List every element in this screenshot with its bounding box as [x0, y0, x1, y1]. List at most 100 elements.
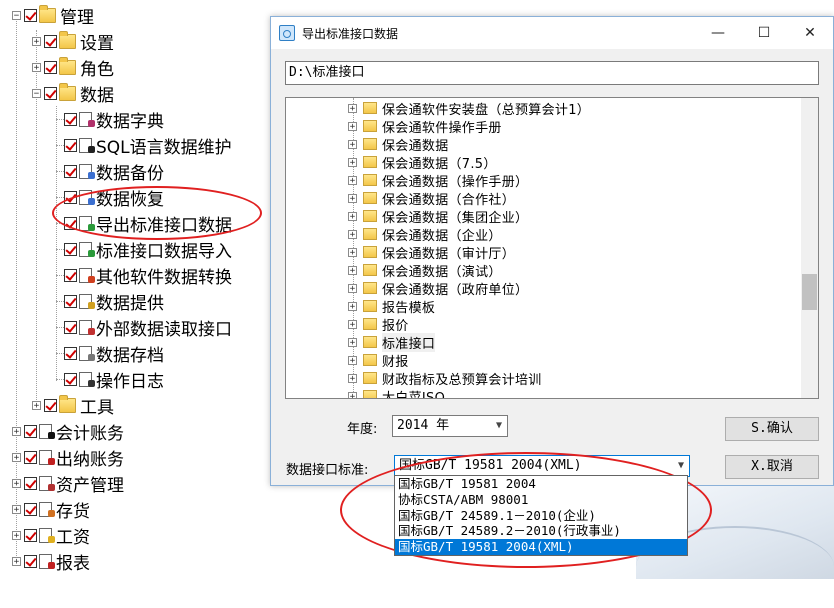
expand-icon[interactable]: + — [32, 400, 41, 410]
folder-item[interactable]: + 保会通数据（演试） — [348, 261, 502, 280]
cancel-button[interactable]: X.取消 — [725, 455, 819, 479]
tree-item[interactable]: 数据备份 — [56, 159, 164, 184]
folder-item[interactable]: + 保会通数据（企业） — [348, 225, 502, 244]
checkbox[interactable] — [64, 164, 77, 178]
tree-item[interactable]: + 工资 — [12, 523, 90, 548]
expand-icon[interactable]: + — [348, 211, 357, 221]
folder-item[interactable]: + 保会通软件操作手册 — [348, 117, 502, 136]
expand-icon[interactable]: + — [348, 139, 357, 149]
checkbox[interactable] — [44, 86, 57, 100]
tree-item[interactable]: 数据存档 — [56, 341, 164, 366]
folder-item[interactable]: + 保会通数据（集团企业） — [348, 207, 528, 226]
tree-item[interactable]: 数据提供 — [56, 289, 164, 314]
expand-icon[interactable]: + — [348, 391, 357, 398]
expand-icon[interactable]: + — [348, 355, 357, 365]
expand-icon[interactable]: + — [348, 121, 357, 131]
checkbox[interactable] — [24, 476, 37, 490]
tree-item[interactable]: 操作日志 — [56, 367, 164, 392]
close-button[interactable]: ✕ — [787, 17, 833, 49]
vertical-scrollbar[interactable] — [801, 98, 818, 398]
checkbox[interactable] — [64, 346, 77, 360]
checkbox[interactable] — [64, 138, 77, 152]
dropdown-option[interactable]: 协标CSTA/ABM 98001 — [395, 492, 687, 508]
expand-icon[interactable]: + — [348, 175, 357, 185]
expand-icon[interactable]: + — [348, 103, 357, 113]
expand-icon[interactable]: + — [32, 62, 41, 72]
expand-icon[interactable]: + — [348, 373, 357, 383]
title-bar[interactable]: 导出标准接口数据 — ☐ ✕ — [271, 17, 833, 49]
tree-item[interactable]: 数据恢复 — [56, 185, 164, 210]
expand-icon[interactable]: + — [12, 478, 21, 488]
checkbox[interactable] — [24, 424, 37, 438]
path-input[interactable]: D:\标准接口 — [285, 61, 819, 85]
checkbox[interactable] — [64, 216, 77, 230]
checkbox[interactable] — [64, 294, 77, 308]
expand-icon[interactable]: + — [348, 193, 357, 203]
checkbox[interactable] — [44, 34, 57, 48]
dropdown-option[interactable]: 国标GB/T 19581 2004 — [395, 476, 687, 492]
expand-icon[interactable]: + — [348, 229, 357, 239]
confirm-button[interactable]: S.确认 — [725, 417, 819, 441]
standard-select[interactable]: 国标GB/T 19581 2004(XML) ▼ — [394, 455, 690, 477]
expand-icon[interactable]: + — [348, 319, 357, 329]
tree-item[interactable]: 其他软件数据转换 — [56, 263, 232, 288]
tree-item[interactable]: 数据字典 — [56, 107, 164, 132]
checkbox[interactable] — [64, 242, 77, 256]
folder-item[interactable]: + 大白菜ISO — [348, 387, 445, 398]
tree-item[interactable]: SQL语言数据维护 — [56, 133, 232, 158]
folder-item[interactable]: + 标准接口 — [348, 332, 436, 352]
folder-item[interactable]: + 保会通数据 — [348, 135, 449, 154]
expand-icon[interactable]: + — [348, 301, 357, 311]
checkbox[interactable] — [24, 554, 37, 568]
dropdown-option[interactable]: 国标GB/T 19581 2004(XML) — [395, 539, 687, 555]
tree-item[interactable]: + 设置 — [32, 29, 114, 54]
folder-item[interactable]: + 财报 — [348, 351, 409, 370]
tree-item[interactable]: + 资产管理 — [12, 471, 124, 496]
checkbox[interactable] — [64, 112, 77, 126]
tree-item[interactable]: 标准接口数据导入 — [56, 237, 232, 262]
checkbox[interactable] — [64, 320, 77, 334]
expand-icon[interactable]: + — [348, 337, 357, 347]
checkbox[interactable] — [24, 450, 37, 464]
tree-item[interactable]: + 角色 — [32, 55, 114, 80]
folder-item[interactable]: + 报告模板 — [348, 297, 435, 316]
expand-icon[interactable]: + — [12, 504, 21, 514]
expand-icon[interactable]: + — [12, 530, 21, 540]
maximize-button[interactable]: ☐ — [741, 17, 787, 49]
checkbox[interactable] — [64, 372, 77, 386]
dropdown-option[interactable]: 国标GB/T 24589.1－2010(企业) — [395, 508, 687, 524]
folder-list[interactable]: + 保会通软件安装盘（总预算会计1） + 保会通软件操作手册 + 保会通数据 + 保会通数据（… — [285, 97, 819, 399]
checkbox[interactable] — [64, 268, 77, 282]
folder-item[interactable]: + 保会通数据（审计厅） — [348, 243, 515, 262]
scrollbar-thumb[interactable] — [802, 274, 817, 310]
tree-item[interactable]: 外部数据读取接口 — [56, 315, 232, 340]
expand-icon[interactable]: + — [12, 452, 21, 462]
checkbox[interactable] — [44, 60, 57, 74]
checkbox[interactable] — [24, 528, 37, 542]
folder-item[interactable]: + 保会通数据（7.5） — [348, 153, 497, 172]
tree-item[interactable]: + 工具 — [32, 393, 114, 418]
dropdown-option[interactable]: 国标GB/T 24589.2－2010(行政事业) — [395, 523, 687, 539]
collapse-icon[interactable]: − — [32, 88, 41, 98]
tree-item[interactable]: + 存货 — [12, 497, 90, 522]
checkbox[interactable] — [24, 502, 37, 516]
expand-icon[interactable]: + — [12, 426, 21, 436]
checkbox[interactable] — [44, 398, 57, 412]
tree-item[interactable]: + 会计账务 — [12, 419, 124, 444]
expand-icon[interactable]: + — [348, 283, 357, 293]
year-select[interactable]: 2014 年 ▼ — [392, 415, 508, 437]
tree-item[interactable]: + 出纳账务 — [12, 445, 124, 470]
checkbox[interactable] — [64, 190, 77, 204]
expand-icon[interactable]: + — [348, 265, 357, 275]
folder-item[interactable]: + 报价 — [348, 315, 409, 334]
folder-item[interactable]: + 财政指标及总预算会计培训 — [348, 369, 542, 388]
collapse-icon[interactable]: − — [12, 10, 21, 20]
folder-item[interactable]: + 保会通数据（政府单位） — [348, 279, 528, 298]
folder-item[interactable]: + 保会通软件安装盘（总预算会计1） — [348, 99, 590, 118]
minimize-button[interactable]: — — [695, 17, 741, 49]
expand-icon[interactable]: + — [348, 157, 357, 167]
tree-item[interactable]: + 报表 — [12, 549, 90, 574]
tree-item[interactable]: − 管理 — [12, 3, 94, 28]
expand-icon[interactable]: + — [12, 556, 21, 566]
standard-dropdown-list[interactable]: 国标GB/T 19581 2004 协标CSTA/ABM 98001 国标GB/T … — [394, 475, 688, 556]
